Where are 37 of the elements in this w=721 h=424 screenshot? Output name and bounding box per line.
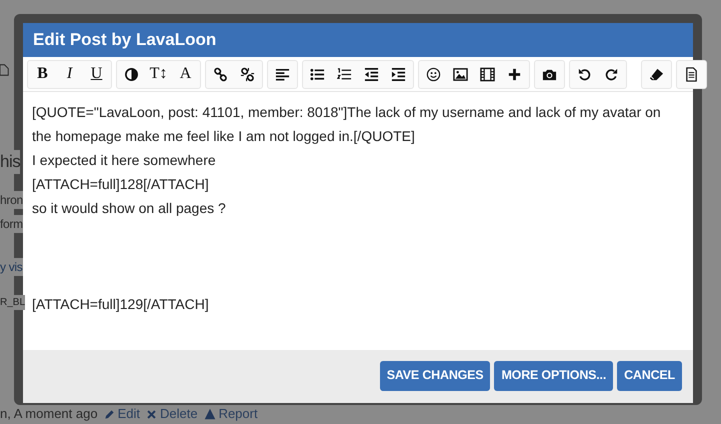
- post-action-link[interactable]: Edit: [118, 406, 140, 422]
- post-action-link[interactable]: Report: [218, 406, 258, 422]
- page-link[interactable]: y vis: [0, 258, 23, 276]
- dialog-button[interactable]: SAVE CHANGES: [380, 360, 490, 390]
- numbered-list-icon: [337, 66, 352, 82]
- align-left-icon: [275, 66, 290, 82]
- pencil-icon: [104, 408, 115, 420]
- format-button[interactable]: B: [29, 61, 56, 87]
- format-button[interactable]: A: [172, 61, 199, 87]
- undo-icon: [577, 66, 592, 82]
- format-button[interactable]: U: [83, 61, 110, 87]
- page-text: form: [0, 215, 23, 233]
- unlink-icon: [240, 66, 255, 82]
- indent-icon: [391, 66, 406, 82]
- contrast-icon: [124, 66, 139, 82]
- editor-field[interactable]: [QUOTE="LavaLoon, post: 41101, member: 8018"]The lack of my username and lack of my avatar on the homepage make me feel like I am not logged in.[/QUOTE] I expected it here somewhere [ATTACH=full]128[/ATTACH] so it would show on all pages ? [ATTACH=full]129[/ATTACH]: [23, 92, 693, 350]
- eraser-icon: [649, 66, 664, 82]
- dialog-button[interactable]: MORE OPTIONS...: [494, 360, 614, 390]
- page-text: hron: [0, 191, 23, 209]
- document-icon: [684, 66, 699, 82]
- outdent-icon: [364, 66, 379, 82]
- link-icon: [213, 66, 228, 82]
- dialog-title: Edit Post by LavaLoon: [23, 23, 693, 57]
- format-button[interactable]: I: [56, 61, 83, 87]
- smiley-icon: [426, 66, 441, 82]
- dialog-button[interactable]: CANCEL: [617, 360, 682, 390]
- plus-icon: [507, 66, 522, 82]
- post-timestamp: n, A moment ago: [0, 406, 98, 422]
- redo-icon: [604, 66, 619, 82]
- page-code: R_BL: [0, 295, 26, 310]
- bullet-list-icon: [310, 66, 325, 82]
- post-action-link[interactable]: Delete: [160, 406, 198, 422]
- image-icon: [453, 66, 468, 82]
- film-icon: [480, 66, 495, 82]
- format-button[interactable]: T↕: [145, 61, 172, 87]
- close-icon: [146, 408, 157, 420]
- warning-icon: [204, 408, 216, 420]
